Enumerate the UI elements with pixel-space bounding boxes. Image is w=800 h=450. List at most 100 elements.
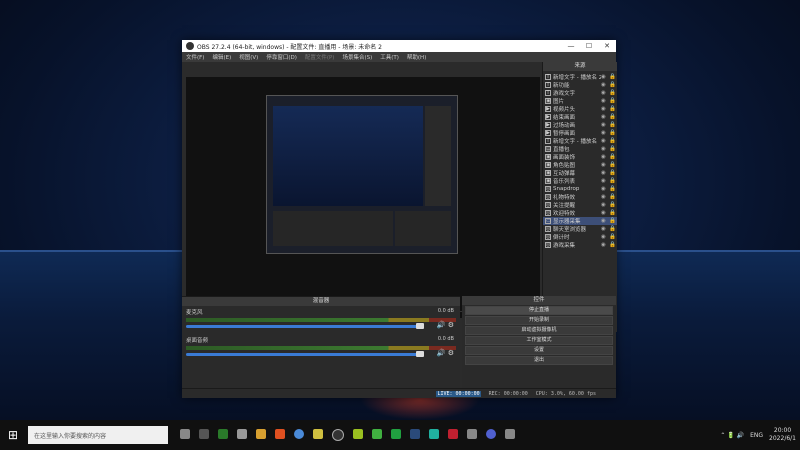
menu-docks[interactable]: 停靠窗口(D) bbox=[266, 53, 297, 61]
maximize-icon[interactable]: ☐ bbox=[580, 42, 598, 50]
lock-icon[interactable]: 🔒 bbox=[609, 178, 616, 184]
lock-icon[interactable]: 🔒 bbox=[609, 186, 616, 192]
menu-file[interactable]: 文件(F) bbox=[186, 53, 204, 61]
source-item[interactable]: ◎ 倒计时 ◉ 🔒 bbox=[543, 233, 617, 241]
menu-help[interactable]: 帮助(H) bbox=[407, 53, 426, 61]
start-recording-button[interactable]: 开始录制 bbox=[465, 316, 613, 325]
visibility-eye-icon[interactable]: ◉ bbox=[601, 170, 607, 176]
app-icon[interactable] bbox=[353, 429, 363, 439]
lock-icon[interactable]: 🔒 bbox=[609, 194, 616, 200]
app-icon[interactable] bbox=[180, 429, 190, 439]
fader-knob[interactable] bbox=[416, 351, 424, 357]
app-icon[interactable] bbox=[237, 429, 247, 439]
visibility-eye-icon[interactable]: ◉ bbox=[601, 82, 607, 88]
menu-edit[interactable]: 编辑(E) bbox=[212, 53, 231, 61]
source-item[interactable]: ◎ 欢迎特效 ◉ 🔒 bbox=[543, 209, 617, 217]
app-icon[interactable] bbox=[313, 429, 323, 439]
taskbar-search-input[interactable]: 在这里输入你要搜索的内容 bbox=[28, 426, 168, 444]
preview-canvas[interactable] bbox=[186, 77, 540, 318]
fader-knob[interactable] bbox=[416, 323, 424, 329]
menu-profile[interactable]: 配置文件(P) bbox=[305, 53, 335, 61]
app-icon[interactable] bbox=[256, 429, 266, 439]
source-item[interactable]: ▣ 角色贴图 ◉ 🔒 bbox=[543, 161, 617, 169]
lock-icon[interactable]: 🔒 bbox=[609, 170, 616, 176]
stop-streaming-button[interactable]: 停止直播 bbox=[465, 306, 613, 315]
clock[interactable]: 20:00 2022/6/1 bbox=[769, 427, 796, 443]
visibility-eye-icon[interactable]: ◉ bbox=[601, 234, 607, 240]
lock-icon[interactable]: 🔒 bbox=[609, 82, 616, 88]
lock-icon[interactable]: 🔒 bbox=[609, 162, 616, 168]
source-item[interactable]: ◎ Snapdrop ◉ 🔒 bbox=[543, 185, 617, 193]
source-item[interactable]: T 游戏文字 ◉ 🔒 bbox=[543, 89, 617, 97]
menu-tools[interactable]: 工具(T) bbox=[380, 53, 399, 61]
source-item[interactable]: ◎ 聊天室浏览器 ◉ 🔒 bbox=[543, 225, 617, 233]
lock-icon[interactable]: 🔒 bbox=[609, 234, 616, 240]
source-item[interactable]: ▭ 显示器采集 ◉ 🔒 bbox=[543, 217, 617, 225]
visibility-eye-icon[interactable]: ◉ bbox=[601, 74, 607, 80]
source-item[interactable]: ▤ 直播包 ◉ 🔒 bbox=[543, 145, 617, 153]
speaker-icon[interactable]: 🔊 ⚙ bbox=[437, 321, 454, 329]
obs-icon[interactable] bbox=[332, 429, 344, 441]
source-item[interactable]: ▣ 画面装饰 ◉ 🔒 bbox=[543, 153, 617, 161]
settings-button[interactable]: 设置 bbox=[465, 346, 613, 355]
minimize-icon[interactable]: — bbox=[562, 42, 580, 50]
visibility-eye-icon[interactable]: ◉ bbox=[601, 130, 607, 136]
visibility-eye-icon[interactable]: ◉ bbox=[601, 122, 607, 128]
lock-icon[interactable]: 🔒 bbox=[609, 210, 616, 216]
visibility-eye-icon[interactable]: ◉ bbox=[601, 226, 607, 232]
volume-fader[interactable] bbox=[186, 323, 424, 329]
app-icon[interactable] bbox=[372, 429, 382, 439]
source-item[interactable]: ◎ 关注提醒 ◉ 🔒 bbox=[543, 201, 617, 209]
visibility-eye-icon[interactable]: ◉ bbox=[601, 146, 607, 152]
visibility-eye-icon[interactable]: ◉ bbox=[601, 178, 607, 184]
app-icon[interactable] bbox=[429, 429, 439, 439]
lock-icon[interactable]: 🔒 bbox=[609, 154, 616, 160]
source-item[interactable]: T 新增文字 - 播放名 2 ◉ 🔒 bbox=[543, 73, 617, 81]
exit-button[interactable]: 退出 bbox=[465, 356, 613, 365]
visibility-eye-icon[interactable]: ◉ bbox=[601, 202, 607, 208]
lock-icon[interactable]: 🔒 bbox=[609, 202, 616, 208]
source-item[interactable]: ▶ 结束画面 ◉ 🔒 bbox=[543, 113, 617, 121]
lock-icon[interactable]: 🔒 bbox=[609, 122, 616, 128]
source-item[interactable]: ◎ 游戏采集 ◉ 🔒 bbox=[543, 241, 617, 249]
source-item[interactable]: T 新增文字 - 播放名 ◉ 🔒 bbox=[543, 137, 617, 145]
visibility-eye-icon[interactable]: ◉ bbox=[601, 106, 607, 112]
source-item[interactable]: ▶ 过场动画 ◉ 🔒 bbox=[543, 121, 617, 129]
windows-start-icon[interactable]: ⊞ bbox=[0, 420, 26, 450]
app-icon[interactable] bbox=[199, 429, 209, 439]
visibility-eye-icon[interactable]: ◉ bbox=[601, 138, 607, 144]
lock-icon[interactable]: 🔒 bbox=[609, 130, 616, 136]
input-language[interactable]: ENG bbox=[750, 432, 763, 439]
virtual-camera-button[interactable]: 启动虚拟摄像机 bbox=[465, 326, 613, 335]
menu-view[interactable]: 视图(V) bbox=[239, 53, 258, 61]
visibility-eye-icon[interactable]: ◉ bbox=[601, 98, 607, 104]
lock-icon[interactable]: 🔒 bbox=[609, 242, 616, 248]
visibility-eye-icon[interactable]: ◉ bbox=[601, 218, 607, 224]
tray-icons[interactable]: ⌃ 🔋 🔊 bbox=[720, 432, 744, 439]
source-item[interactable]: ▶ 暂停画面 ◉ 🔒 bbox=[543, 129, 617, 137]
source-item[interactable]: ▣ 音乐列表 ◉ 🔒 bbox=[543, 177, 617, 185]
app-icon[interactable] bbox=[467, 429, 477, 439]
discord-icon[interactable] bbox=[486, 429, 496, 439]
volume-fader[interactable] bbox=[186, 351, 424, 357]
visibility-eye-icon[interactable]: ◉ bbox=[601, 186, 607, 192]
source-item[interactable]: ▶ 视频片头 ◉ 🔒 bbox=[543, 105, 617, 113]
visibility-eye-icon[interactable]: ◉ bbox=[601, 242, 607, 248]
visibility-eye-icon[interactable]: ◉ bbox=[601, 154, 607, 160]
app-icon[interactable] bbox=[275, 429, 285, 439]
menu-scene-collection[interactable]: 场景集合(S) bbox=[342, 53, 372, 61]
lock-icon[interactable]: 🔒 bbox=[609, 74, 616, 80]
app-icon[interactable] bbox=[218, 429, 228, 439]
lock-icon[interactable]: 🔒 bbox=[609, 218, 616, 224]
app-icon[interactable] bbox=[448, 429, 458, 439]
source-item[interactable]: T 新功能 ◉ 🔒 bbox=[543, 81, 617, 89]
lock-icon[interactable]: 🔒 bbox=[609, 114, 616, 120]
speaker-icon[interactable]: 🔊 ⚙ bbox=[437, 349, 454, 357]
lock-icon[interactable]: 🔒 bbox=[609, 98, 616, 104]
visibility-eye-icon[interactable]: ◉ bbox=[601, 194, 607, 200]
lock-icon[interactable]: 🔒 bbox=[609, 226, 616, 232]
source-item[interactable]: ▣ 图片 ◉ 🔒 bbox=[543, 97, 617, 105]
wechat-icon[interactable] bbox=[391, 429, 401, 439]
lock-icon[interactable]: 🔒 bbox=[609, 146, 616, 152]
visibility-eye-icon[interactable]: ◉ bbox=[601, 114, 607, 120]
